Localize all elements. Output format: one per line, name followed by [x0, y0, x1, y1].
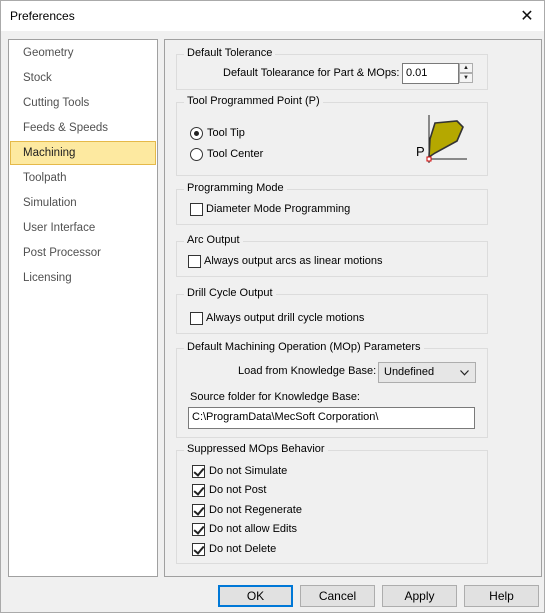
title-bar[interactable]: Preferences ✕ — [1, 1, 544, 31]
mop-parameters-group: Default Machining Operation (MOp) Parame… — [176, 341, 488, 438]
tool-center-label[interactable]: Tool Center — [207, 148, 263, 160]
source-folder-label: Source folder for Knowledge Base: — [190, 391, 360, 403]
drill-cycle-title: Drill Cycle Output — [184, 287, 276, 299]
tool-tip-label[interactable]: Tool Tip — [207, 127, 245, 139]
chevron-down-icon — [460, 363, 469, 382]
spin-down-button[interactable]: ▼ — [459, 73, 473, 83]
do-not-delete-checkbox[interactable] — [192, 543, 205, 556]
close-icon: ✕ — [520, 8, 534, 25]
do-not-edit-label[interactable]: Do not allow Edits — [209, 523, 297, 535]
source-folder-input[interactable]: C:\ProgramData\MecSoft Corporation\ — [188, 407, 475, 429]
knowledge-base-label: Load from Knowledge Base: — [238, 365, 377, 377]
tool-center-radio[interactable] — [190, 148, 203, 161]
default-tolerance-title: Default Tolerance — [184, 47, 276, 59]
suppressed-mops-group: Suppressed MOps Behavior Do not Simulate… — [176, 443, 488, 564]
triangle-up-icon: ▲ — [463, 65, 469, 71]
sidebar-item-cutting-tools[interactable]: Cutting Tools — [10, 91, 156, 115]
sidebar-item-simulation[interactable]: Simulation — [10, 191, 156, 215]
sidebar-item-stock[interactable]: Stock — [10, 66, 156, 90]
tool-point-p-label: P — [416, 144, 425, 159]
do-not-post-label[interactable]: Do not Post — [209, 484, 266, 496]
tool-point-title: Tool Programmed Point (P) — [184, 95, 323, 107]
tolerance-input[interactable]: 0.01 — [402, 63, 459, 84]
machining-settings-panel: Default Tolerance Default Tolearance for… — [164, 39, 542, 577]
arc-output-group: Arc Output Always output arcs as linear … — [176, 234, 488, 277]
do-not-regenerate-checkbox[interactable] — [192, 504, 205, 517]
do-not-delete-label[interactable]: Do not Delete — [209, 543, 276, 555]
diameter-mode-checkbox[interactable] — [190, 203, 203, 216]
mop-parameters-title: Default Machining Operation (MOp) Parame… — [184, 341, 424, 353]
spin-up-button[interactable]: ▲ — [459, 63, 473, 73]
programming-mode-group: Programming Mode Diameter Mode Programmi… — [176, 182, 488, 225]
sidebar-item-geometry[interactable]: Geometry — [10, 41, 156, 65]
arc-linear-checkbox[interactable] — [188, 255, 201, 268]
cancel-button[interactable]: Cancel — [300, 585, 375, 607]
sidebar-item-post-processor[interactable]: Post Processor — [10, 241, 156, 265]
window-title: Preferences — [10, 9, 75, 23]
help-button[interactable]: Help — [464, 585, 539, 607]
preferences-dialog: Preferences ✕ Geometry Stock Cutting Too… — [0, 0, 545, 613]
sidebar-item-toolpath[interactable]: Toolpath — [10, 166, 156, 190]
tool-point-group: Tool Programmed Point (P) Tool Tip Tool … — [176, 95, 488, 176]
sidebar-item-user-interface[interactable]: User Interface — [10, 216, 156, 240]
ok-button[interactable]: OK — [218, 585, 293, 607]
knowledge-base-value: Undefined — [384, 366, 435, 378]
do-not-post-checkbox[interactable] — [192, 484, 205, 497]
arc-linear-label[interactable]: Always output arcs as linear motions — [204, 255, 383, 267]
sidebar-item-licensing[interactable]: Licensing — [10, 266, 156, 290]
diameter-mode-label[interactable]: Diameter Mode Programming — [206, 203, 350, 215]
drill-cycle-checkbox[interactable] — [190, 312, 203, 325]
drill-cycle-group: Drill Cycle Output Always output drill c… — [176, 287, 488, 334]
do-not-simulate-label[interactable]: Do not Simulate — [209, 465, 287, 477]
triangle-down-icon: ▼ — [463, 75, 469, 81]
do-not-edit-checkbox[interactable] — [192, 523, 205, 536]
drill-cycle-label[interactable]: Always output drill cycle motions — [206, 312, 364, 324]
close-button[interactable]: ✕ — [510, 1, 544, 31]
do-not-regenerate-label[interactable]: Do not Regenerate — [209, 504, 302, 516]
apply-button[interactable]: Apply — [382, 585, 457, 607]
programming-mode-title: Programming Mode — [184, 182, 287, 194]
arc-output-title: Arc Output — [184, 234, 243, 246]
tolerance-spinner: ▲ ▼ — [459, 63, 473, 84]
do-not-simulate-checkbox[interactable] — [192, 465, 205, 478]
sidebar-item-feeds-speeds[interactable]: Feeds & Speeds — [10, 116, 156, 140]
suppressed-mops-title: Suppressed MOps Behavior — [184, 443, 328, 455]
default-tolerance-group: Default Tolerance Default Tolearance for… — [176, 47, 488, 90]
category-list: Geometry Stock Cutting Tools Feeds & Spe… — [8, 39, 158, 577]
tolerance-label: Default Tolearance for Part & MOps: — [223, 67, 400, 79]
tool-tip-radio[interactable] — [190, 127, 203, 140]
sidebar-item-machining[interactable]: Machining — [10, 141, 156, 165]
knowledge-base-dropdown[interactable]: Undefined — [378, 362, 476, 383]
